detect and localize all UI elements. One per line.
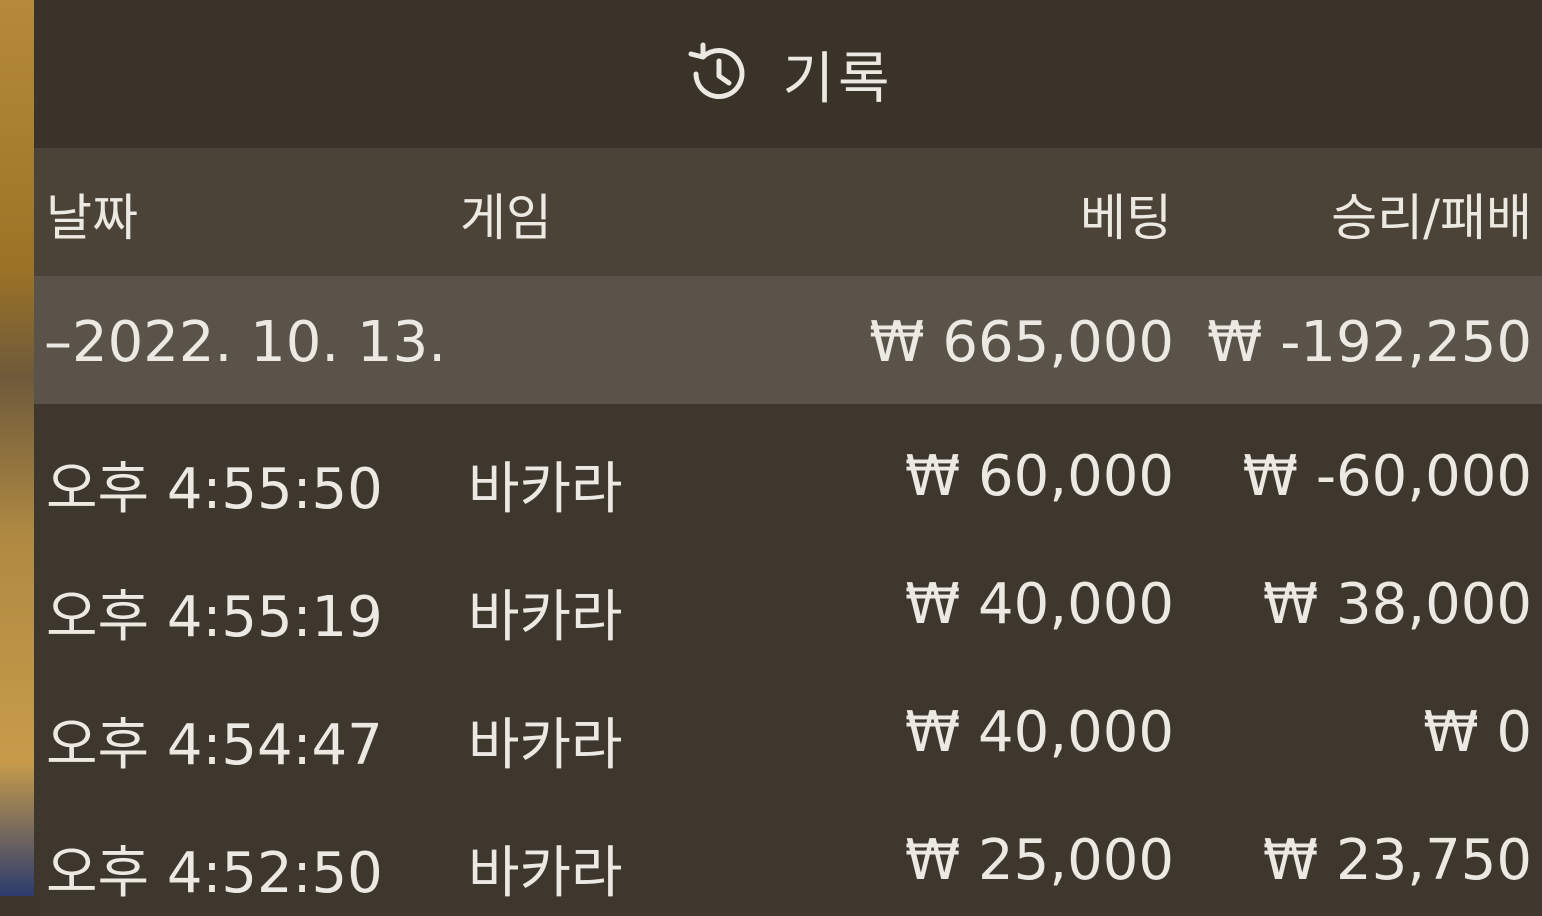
summary-bet-total: ₩ 665,000 — [869, 310, 1174, 375]
summary-result-total: ₩ -192,250 — [1207, 310, 1532, 375]
history-panel: 기록 날짜 게임 베팅 승리/패배 –2022. 10. 13. ₩ 665,0… — [34, 0, 1542, 916]
row-time: 오후 4:55:50 — [46, 457, 383, 522]
row-time: 오후 4:52:50 — [46, 841, 383, 906]
table-row[interactable]: 오후 4:55:50 바카라 ₩ 60,000 ₩ -60,000 — [34, 404, 1542, 532]
row-time: 오후 4:55:19 — [46, 585, 383, 650]
row-result: ₩ 38,000 — [1262, 572, 1532, 637]
table-row[interactable]: 오후 4:52:50 바카라 ₩ 25,000 ₩ 23,750 — [34, 788, 1542, 916]
row-result: ₩ 0 — [1423, 700, 1532, 765]
history-header: 기록 — [34, 0, 1542, 148]
page-title: 기록 — [782, 46, 894, 112]
column-header-result: 승리/패배 — [1331, 189, 1532, 247]
row-game: 바카라 — [468, 585, 623, 650]
table-header: 날짜 게임 베팅 승리/패배 — [34, 148, 1542, 276]
table-row[interactable]: 오후 4:55:19 바카라 ₩ 40,000 ₩ 38,000 — [34, 532, 1542, 660]
background-strip — [0, 0, 34, 896]
row-bet: ₩ 60,000 — [904, 444, 1174, 509]
row-time: 오후 4:54:47 — [46, 713, 383, 778]
row-game: 바카라 — [468, 457, 623, 522]
row-game: 바카라 — [468, 713, 623, 778]
row-result: ₩ -60,000 — [1242, 444, 1532, 509]
column-header-game: 게임 — [460, 189, 552, 247]
row-game: 바카라 — [468, 841, 623, 906]
summary-date: –2022. 10. 13. — [44, 310, 447, 375]
row-result: ₩ 23,750 — [1262, 828, 1532, 893]
row-bet: ₩ 25,000 — [904, 828, 1174, 893]
row-bet: ₩ 40,000 — [904, 572, 1174, 637]
column-header-bet: 베팅 — [1080, 189, 1172, 247]
table-row[interactable]: 오후 4:54:47 바카라 ₩ 40,000 ₩ 0 — [34, 660, 1542, 788]
column-header-date: 날짜 — [46, 189, 138, 247]
date-summary-row[interactable]: –2022. 10. 13. ₩ 665,000 ₩ -192,250 — [34, 276, 1542, 404]
history-icon — [682, 39, 752, 109]
row-bet: ₩ 40,000 — [904, 700, 1174, 765]
